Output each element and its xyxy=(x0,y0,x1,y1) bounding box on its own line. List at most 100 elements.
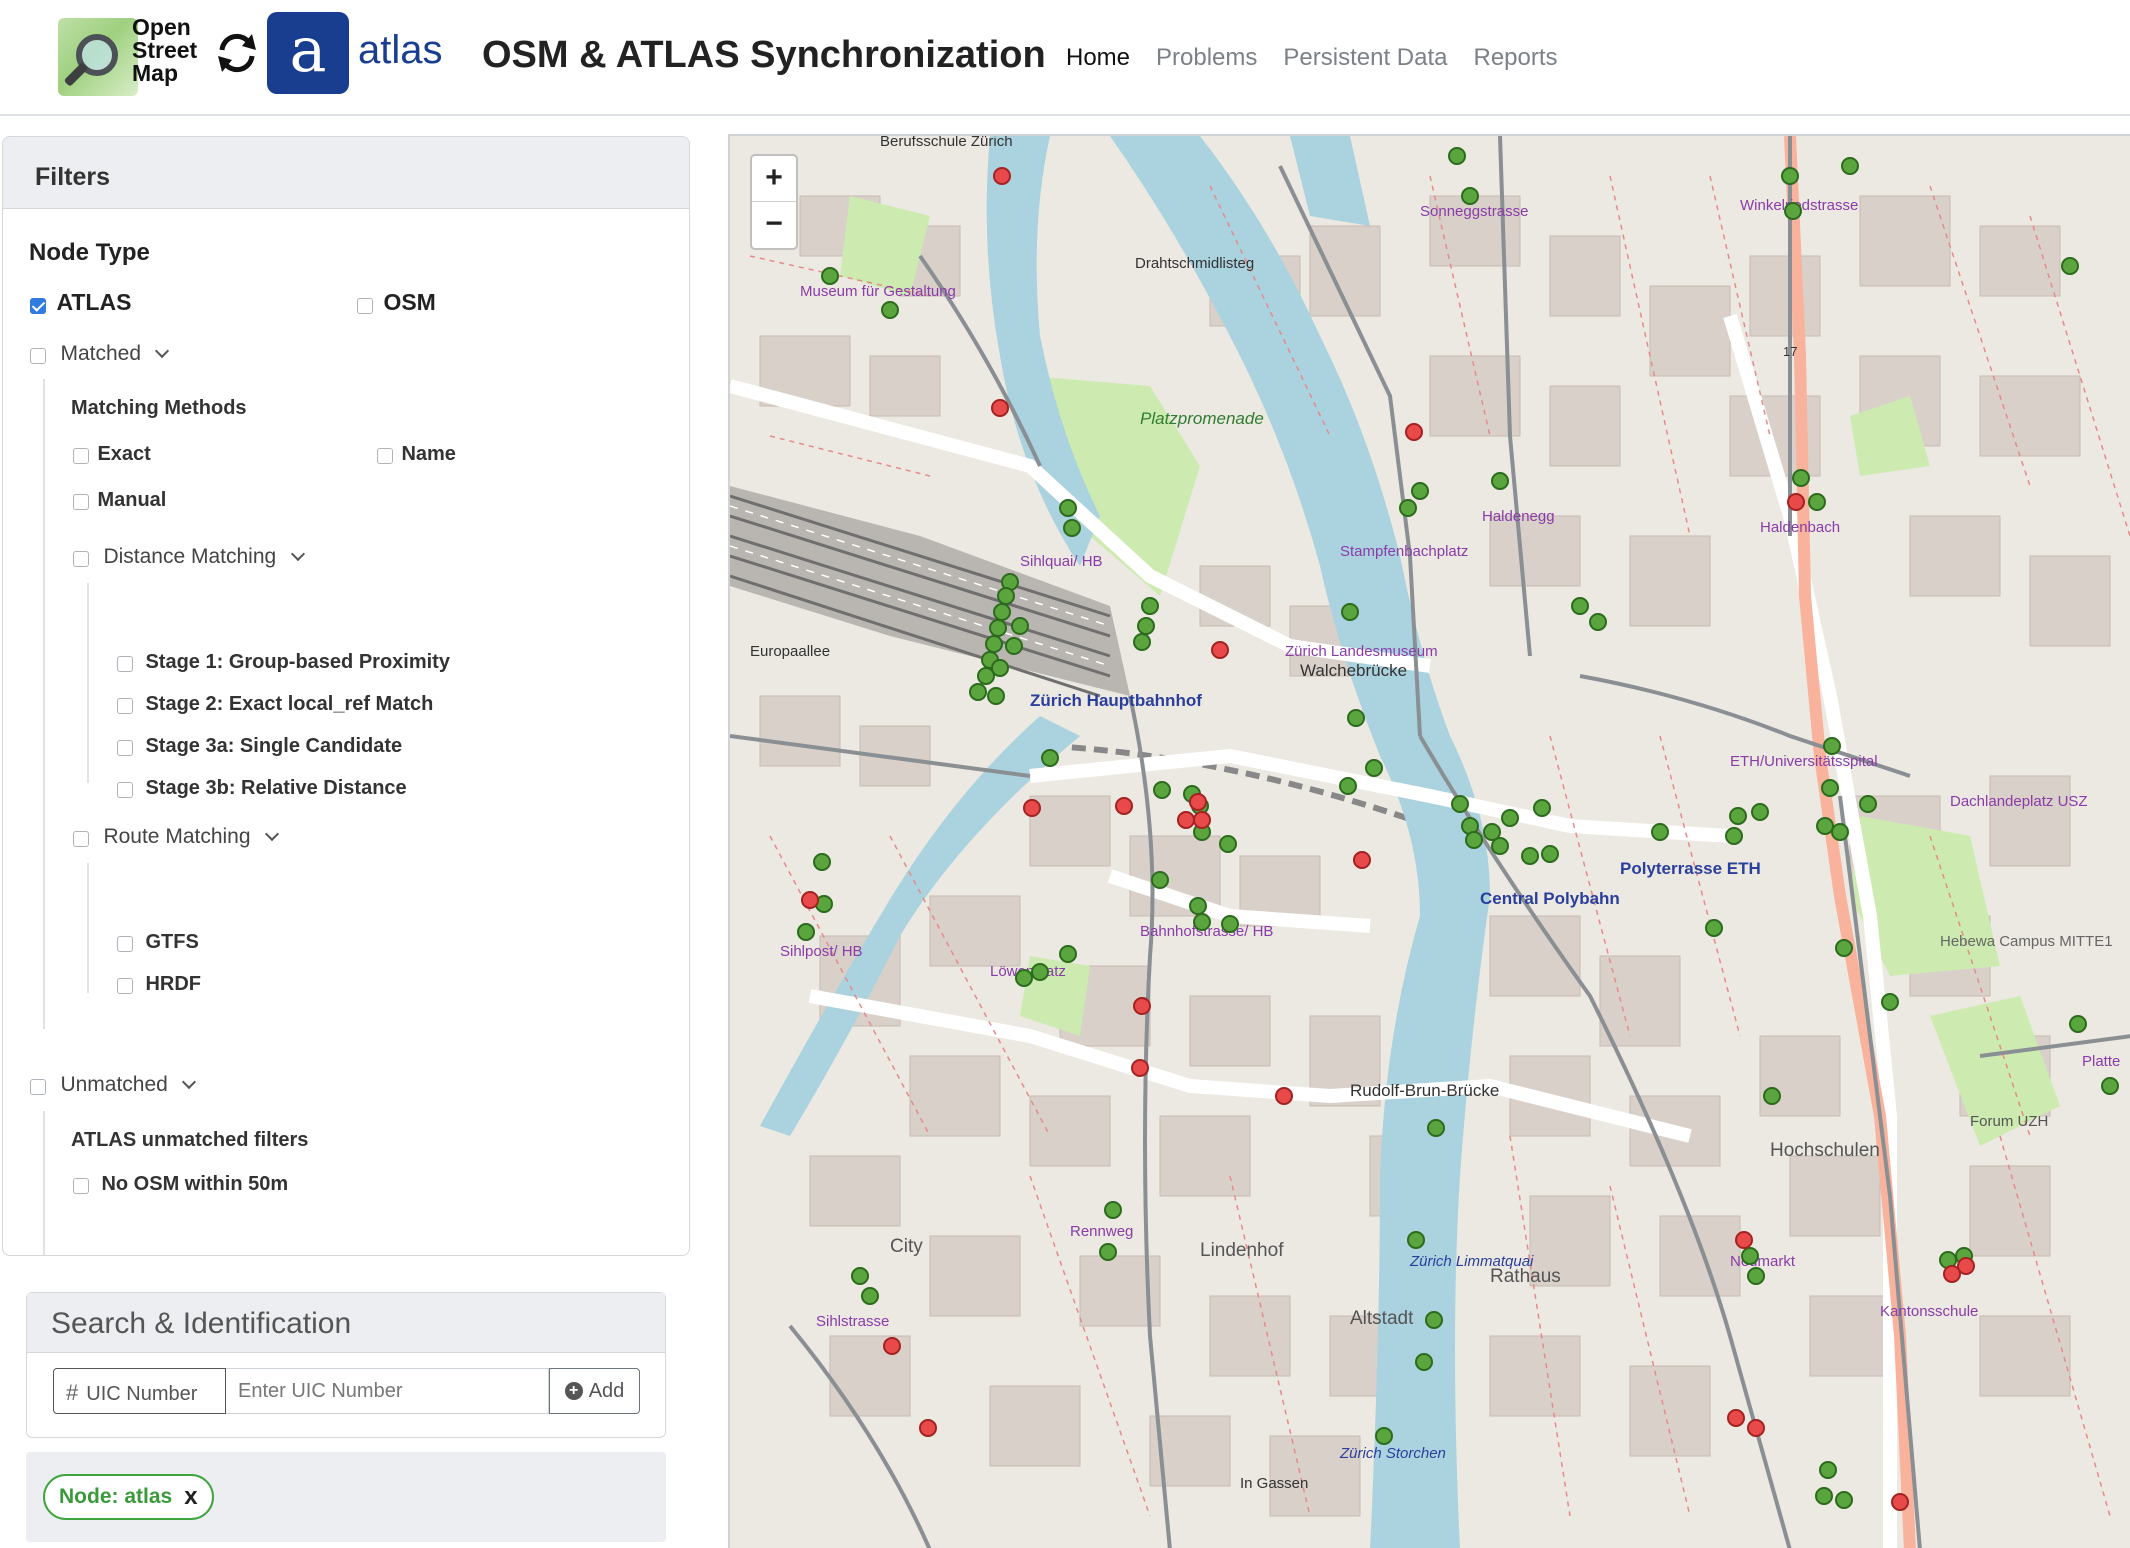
distance-matching-checkbox[interactable] xyxy=(73,550,89,567)
unmatched-checkbox[interactable] xyxy=(30,1078,46,1095)
atlas-logo-word: atlas xyxy=(358,28,443,72)
stage3a-filter[interactable]: Stage 3a: Single Candidate xyxy=(117,735,402,758)
map-view[interactable]: Berufsschule Zürich Drahtschmidlisteg Pl… xyxy=(728,134,2130,1548)
uic-number-input[interactable] xyxy=(226,1368,549,1414)
map-label-walchebruecke: Walchebrücke xyxy=(1300,661,1407,680)
map-label-central: Central Polybahn xyxy=(1480,889,1620,908)
map-label-forum-uzh: Forum UZH xyxy=(1970,1113,2048,1130)
stage2-filter[interactable]: Stage 2: Exact local_ref Match xyxy=(117,693,433,716)
stage3a-checkbox[interactable] xyxy=(117,739,133,756)
filters-title: Filters xyxy=(3,137,689,209)
gtfs-label: GTFS xyxy=(145,931,199,953)
route-matching-checkbox[interactable] xyxy=(73,830,89,847)
openstreetmap-logo[interactable]: Open Street Map xyxy=(58,12,208,98)
stage3b-filter[interactable]: Stage 3b: Relative Distance xyxy=(117,777,407,800)
remove-filter-icon[interactable]: x xyxy=(184,1483,197,1511)
chevron-down-icon[interactable] xyxy=(264,826,280,842)
map-label-hauptbahnhof: Zürich Hauptbahnhof xyxy=(1030,691,1202,710)
map-label-route17: 17 xyxy=(1783,344,1797,359)
map-label-europaallee: Europaallee xyxy=(750,643,830,660)
uic-prefix: # UIC Number xyxy=(53,1368,226,1414)
chevron-down-icon[interactable] xyxy=(155,343,170,359)
osm-checkbox[interactable] xyxy=(357,297,373,314)
atlas-unmatched-heading: ATLAS unmatched filters xyxy=(71,1129,309,1151)
map-canvas[interactable]: Berufsschule Zürich Drahtschmidlisteg Pl… xyxy=(730,136,2130,1548)
page-title: OSM & ATLAS Synchronization xyxy=(482,34,1046,76)
map-label-haldenegg: Haldenegg xyxy=(1482,508,1555,525)
nav-reports[interactable]: Reports xyxy=(1473,44,1557,72)
map-label-storchen: Zürich Storchen xyxy=(1339,1445,1446,1462)
map-label-sonneggstrasse: Sonneggstrasse xyxy=(1420,203,1528,220)
chevron-down-icon[interactable] xyxy=(290,546,305,562)
add-uic-button[interactable]: + Add xyxy=(549,1368,640,1414)
matched-label: Matched xyxy=(60,342,141,365)
stage1-checkbox[interactable] xyxy=(117,655,133,672)
map-label-lindenhof: Lindenhof xyxy=(1200,1240,1284,1261)
manual-checkbox[interactable] xyxy=(73,493,89,510)
hrdf-checkbox[interactable] xyxy=(117,977,133,994)
exact-label: Exact xyxy=(97,443,151,465)
no-osm-label: No OSM within 50m xyxy=(101,1173,289,1195)
zoom-out-button[interactable]: − xyxy=(752,202,796,248)
atlas-logo[interactable]: a xyxy=(267,12,349,94)
stage2-checkbox[interactable] xyxy=(117,697,133,714)
map-label-rennweg: Rennweg xyxy=(1070,1223,1133,1240)
nav-home[interactable]: Home xyxy=(1066,44,1130,72)
map-label-campus: Hebewa Campus MITTE1 xyxy=(1940,933,2113,950)
distance-group-line xyxy=(87,583,89,783)
plus-circle-icon: + xyxy=(564,1382,583,1400)
map-label-eth-uni: ETH/Universitätsspital xyxy=(1730,753,1878,770)
filters-scroll-area[interactable]: Node Type ATLAS OSM Matched Matching Met… xyxy=(3,209,689,1255)
sync-icon xyxy=(218,33,256,73)
stage3a-label: Stage 3a: Single Candidate xyxy=(145,735,403,757)
add-button-label: Add xyxy=(588,1379,625,1402)
distance-matching-toggle[interactable]: Distance Matching xyxy=(73,545,305,569)
name-filter[interactable]: Name xyxy=(377,443,456,466)
exact-filter[interactable]: Exact xyxy=(73,443,151,466)
exact-checkbox[interactable] xyxy=(73,447,89,464)
hrdf-filter[interactable]: HRDF xyxy=(117,973,201,996)
map-label-city: City xyxy=(890,1236,923,1257)
map-label-stampfenbachplatz: Stampfenbachplatz xyxy=(1340,543,1468,560)
matched-checkbox[interactable] xyxy=(30,347,46,364)
gtfs-checkbox[interactable] xyxy=(117,935,133,952)
no-osm-checkbox[interactable] xyxy=(73,1177,89,1194)
map-label-haldenbach: Haldenbach xyxy=(1760,519,1840,536)
map-label-drahtschmidli: Drahtschmidlisteg xyxy=(1135,255,1254,272)
matching-methods-heading: Matching Methods xyxy=(71,397,247,419)
manual-filter[interactable]: Manual xyxy=(73,489,166,512)
no-osm-filter[interactable]: No OSM within 50m xyxy=(73,1173,288,1196)
map-label-limmatquai: Zürich Limmatquai xyxy=(1409,1253,1534,1270)
search-title: Search & Identification xyxy=(27,1293,665,1353)
atlas-label: ATLAS xyxy=(56,289,132,315)
route-matching-toggle[interactable]: Route Matching xyxy=(73,825,280,849)
main-nav: Home Problems Persistent Data Reports xyxy=(1066,44,1558,72)
map-label-kantonsschule: Kantonsschule xyxy=(1880,1303,1978,1320)
stage1-filter[interactable]: Stage 1: Group-based Proximity xyxy=(117,651,450,674)
hrdf-label: HRDF xyxy=(145,973,201,995)
map-label-platte: Platte xyxy=(2082,1053,2120,1070)
osm-logo-text: Open Street Map xyxy=(132,14,198,86)
uic-prefix-label: UIC Number xyxy=(86,1383,198,1405)
map-label-museum: Museum für Gestaltung xyxy=(800,283,956,300)
matched-toggle[interactable]: Matched xyxy=(30,342,170,366)
stage3b-label: Stage 3b: Relative Distance xyxy=(145,777,407,799)
osm-filter[interactable]: OSM xyxy=(357,289,436,316)
map-label-hochschulen: Hochschulen xyxy=(1770,1140,1880,1161)
filters-panel: Filters Node Type ATLAS OSM Matched Matc… xyxy=(2,136,690,1256)
node-type-heading: Node Type xyxy=(29,239,150,266)
nav-persistent-data[interactable]: Persistent Data xyxy=(1283,44,1447,72)
stage3b-checkbox[interactable] xyxy=(117,781,133,798)
zoom-in-button[interactable]: + xyxy=(752,156,796,202)
nav-problems[interactable]: Problems xyxy=(1156,44,1257,72)
gtfs-filter[interactable]: GTFS xyxy=(117,931,199,954)
chevron-down-icon[interactable] xyxy=(182,1074,197,1090)
unmatched-toggle[interactable]: Unmatched xyxy=(30,1073,197,1097)
atlas-filter[interactable]: ATLAS xyxy=(30,289,131,316)
map-label-polyterrasse: Polyterrasse ETH xyxy=(1620,859,1761,878)
manual-label: Manual xyxy=(97,489,167,511)
atlas-checkbox[interactable] xyxy=(30,297,46,314)
map-label-berufsschule: Berufsschule Zürich xyxy=(880,136,1013,150)
name-checkbox[interactable] xyxy=(377,447,393,464)
name-label: Name xyxy=(401,443,456,465)
